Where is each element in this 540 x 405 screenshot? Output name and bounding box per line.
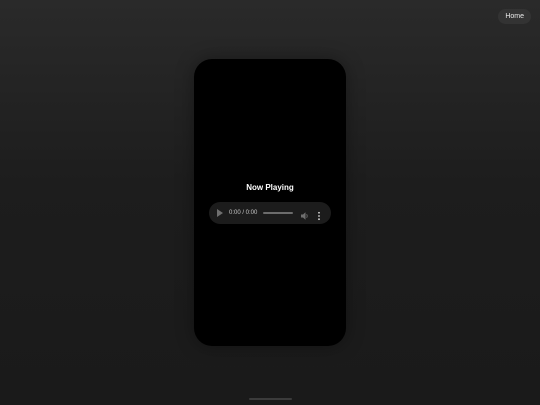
phone-screen: Now Playing 0:00 / 0:00 xyxy=(194,59,346,346)
home-indicator xyxy=(249,398,292,400)
home-button[interactable]: Home xyxy=(498,9,531,24)
progress-slider[interactable] xyxy=(263,212,293,214)
more-vert-icon[interactable] xyxy=(317,208,321,221)
now-playing-title: Now Playing xyxy=(246,183,294,192)
time-display: 0:00 / 0:00 xyxy=(229,210,258,216)
volume-icon[interactable] xyxy=(301,208,309,220)
play-icon[interactable] xyxy=(217,209,223,217)
audio-player[interactable]: 0:00 / 0:00 xyxy=(209,202,331,224)
